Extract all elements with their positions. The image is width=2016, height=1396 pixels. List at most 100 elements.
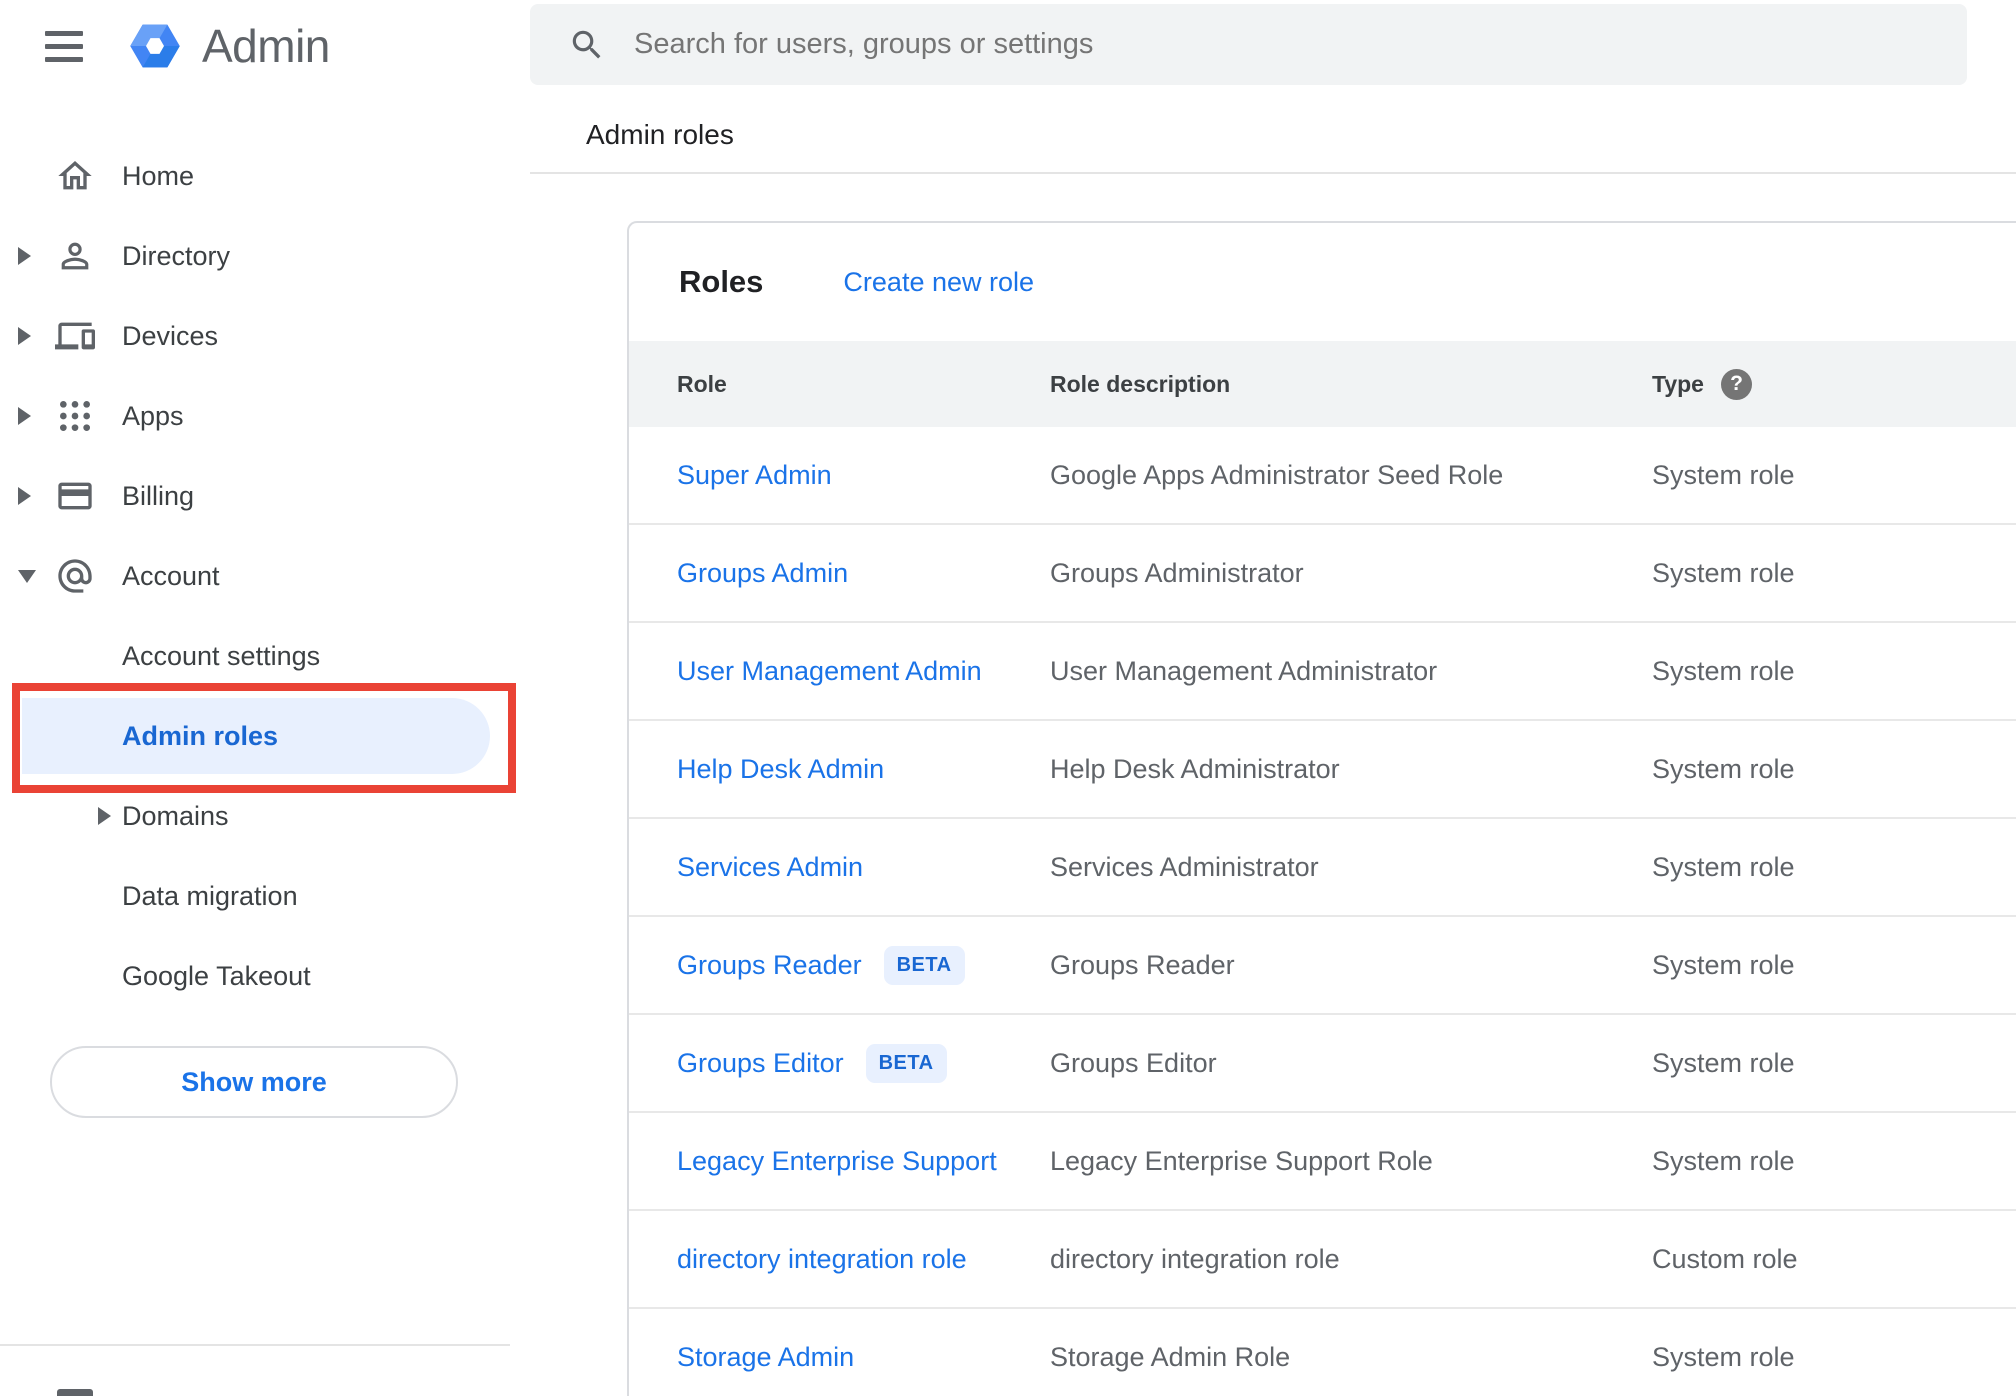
role-link[interactable]: Groups Editor [677,1048,844,1079]
roles-card: Roles Create new role Role Role descript… [627,221,2016,1396]
sidebar-item-admin-roles[interactable]: Admin roles [0,696,530,776]
role-type: System role [1652,753,1795,784]
role-cell: Super Admin [677,460,1050,491]
role-type: System role [1652,459,1795,490]
role-description: Storage Admin Role [1050,1341,1291,1372]
role-description: Groups Editor [1050,1047,1217,1078]
role-description: Services Administrator [1050,851,1319,882]
role-link[interactable]: Legacy Enterprise Support [677,1146,997,1177]
sidebar-item-google-takeout[interactable]: Google Takeout [0,936,530,1016]
sidebar-item-label: Account [122,560,220,591]
beta-badge: BETA [865,1043,947,1083]
expand-caret-icon[interactable] [98,807,111,825]
table-body: Super Admin Google Apps Administrator Se… [629,427,2016,1396]
table-row: Legacy Enterprise Support Legacy Enterpr… [629,1113,2016,1211]
table-row: directory integration role directory int… [629,1211,2016,1309]
search-bar [530,4,1967,85]
home-icon [55,156,95,196]
role-link[interactable]: directory integration role [677,1244,967,1275]
sidebar-item-label: Directory [122,240,231,271]
table-row: Services Admin Services Administrator Sy… [629,819,2016,917]
role-cell: Legacy Enterprise Support [677,1146,1050,1177]
admin-console-screen: Admin Home Directory Devices Apps Billin… [0,0,2016,1396]
role-cell: directory integration role [677,1244,1050,1275]
menu-icon[interactable] [45,30,83,62]
app-logo[interactable]: Admin [128,19,330,73]
sidebar-item-label: Home [122,160,195,191]
role-type: System role [1652,1145,1795,1176]
expand-caret-icon[interactable] [18,569,36,583]
breadcrumb: Admin roles [586,119,734,150]
create-new-role-link[interactable]: Create new role [843,267,1034,298]
table-row: User Management Admin User Management Ad… [629,623,2016,721]
help-icon[interactable]: ? [1720,368,1752,400]
sidebar-subitem-label: Data migration [122,880,298,911]
credit-card-icon [55,476,95,516]
sidebar-item-data-migration[interactable]: Data migration [0,856,530,936]
role-cell: Help Desk Admin [677,754,1050,785]
table-row: Groups Admin Groups Administrator System… [629,525,2016,623]
role-link[interactable]: Super Admin [677,460,832,491]
sidebar-item-devices[interactable]: Devices [0,296,530,376]
sidebar-nav: Home Directory Devices Apps Billing Acco… [0,136,530,1016]
role-description: directory integration role [1050,1243,1340,1274]
role-cell: User Management Admin [677,656,1050,687]
sidebar-item-billing[interactable]: Billing [0,456,530,536]
table-row: Groups Editor BETA Groups Editor System … [629,1015,2016,1113]
sidebar-item-account[interactable]: Account [0,536,530,616]
role-type: System role [1652,949,1795,980]
sidebar-item-account-settings[interactable]: Account settings [0,616,530,696]
sidebar-item-domains[interactable]: Domains [0,776,530,856]
role-type: System role [1652,1341,1795,1372]
sidebar-subitem-label: Google Takeout [122,960,311,991]
sidebar-subitem-label: Domains [122,800,229,831]
page-title: Roles [679,264,764,299]
column-header-role: Role [677,370,727,397]
partial-bottom-icon [57,1389,93,1396]
role-link[interactable]: Services Admin [677,852,863,883]
role-link[interactable]: Groups Reader [677,950,862,981]
sidebar: Admin Home Directory Devices Apps Billin… [0,0,530,1396]
role-type: System role [1652,557,1795,588]
sidebar-subitem-label: Account settings [122,640,321,671]
show-more-button[interactable]: Show more [50,1046,458,1118]
sidebar-item-home[interactable]: Home [0,136,530,216]
sidebar-item-label: Devices [122,320,219,351]
column-header-description: Role description [1050,370,1231,397]
role-cell: Groups Admin [677,558,1050,589]
role-cell: Storage Admin [677,1342,1050,1373]
role-description: Groups Reader [1050,949,1235,980]
expand-caret-icon[interactable] [18,247,31,265]
role-cell: Groups Reader BETA [677,945,1050,985]
sidebar-item-directory[interactable]: Directory [0,216,530,296]
role-description: Google Apps Administrator Seed Role [1050,459,1504,490]
sidebar-item-label: Apps [122,400,184,431]
search-input[interactable] [632,27,1967,62]
role-description: Groups Administrator [1050,557,1304,588]
expand-caret-icon[interactable] [18,487,31,505]
role-description: Legacy Enterprise Support Role [1050,1145,1433,1176]
roles-card-header: Roles Create new role [629,223,2016,341]
role-type: System role [1652,1047,1795,1078]
apps-grid-icon [55,396,95,436]
role-link[interactable]: Storage Admin [677,1342,854,1373]
expand-caret-icon[interactable] [18,407,31,425]
table-row: Help Desk Admin Help Desk Administrator … [629,721,2016,819]
search-icon [568,26,606,64]
expand-caret-icon[interactable] [18,327,31,345]
table-row: Storage Admin Storage Admin Role System … [629,1309,2016,1396]
role-type: Custom role [1652,1243,1798,1274]
devices-icon [55,316,95,356]
role-description: User Management Administrator [1050,655,1438,686]
sidebar-item-label: Billing [122,480,195,511]
admin-hexagon-logo [130,24,180,68]
role-cell: Groups Editor BETA [677,1043,1050,1083]
header-divider [530,172,2016,174]
role-link[interactable]: Groups Admin [677,558,848,589]
at-sign-icon [55,556,95,596]
sidebar-item-apps[interactable]: Apps [0,376,530,456]
role-link[interactable]: User Management Admin [677,656,982,687]
role-link[interactable]: Help Desk Admin [677,754,884,785]
role-type: System role [1652,655,1795,686]
person-icon [55,236,95,276]
